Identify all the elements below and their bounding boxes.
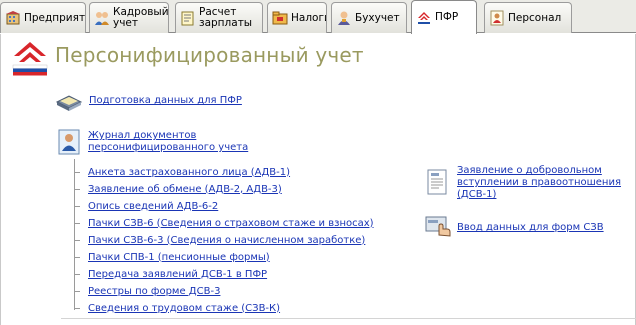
tab-enterprise[interactable]: Предприятие bbox=[0, 2, 86, 33]
szv-data-input-link[interactable]: Ввод данных для форм СЗВ bbox=[457, 222, 604, 233]
person-icon bbox=[489, 10, 505, 26]
accountant-icon bbox=[336, 10, 352, 26]
book-icon bbox=[55, 90, 83, 112]
tab-label: ПФР bbox=[435, 11, 459, 23]
tab-taxes[interactable]: Налоги bbox=[267, 2, 327, 33]
section-tab-bar: Предприятие Кадровый учет Расчет зарплат… bbox=[0, 0, 636, 34]
journal-documents-link[interactable]: Журнал документов персонифицированного у… bbox=[88, 130, 248, 154]
people-icon bbox=[94, 10, 110, 26]
list-item: Пачки СЗВ-6 (Сведения о страховом стаже … bbox=[74, 216, 374, 230]
list-item: Реестры по форме ДСВ-3 bbox=[73, 284, 220, 298]
data-entry-hand-icon bbox=[425, 215, 453, 237]
adv1-link[interactable]: Анкета застрахованного лица (АДВ-1) bbox=[88, 167, 290, 178]
application-form-icon bbox=[427, 169, 447, 195]
pfr-logo-icon bbox=[416, 10, 432, 26]
list-item: Анкета застрахованного лица (АДВ-1) bbox=[73, 165, 290, 179]
list-item: Пачки СЗВ-6-3 (Сведения о начисленном за… bbox=[73, 233, 365, 247]
tab-label: Бухучет bbox=[355, 11, 400, 24]
list-item: Заявление об обмене (АДВ-2, АДВ-3) bbox=[74, 182, 282, 196]
szv6-bundles-link[interactable]: Пачки СЗВ-6 (Сведения о страховом стаже … bbox=[88, 218, 374, 229]
tax-folder-icon bbox=[272, 10, 288, 26]
list-item: Опись сведений АДВ-6-2 bbox=[73, 199, 218, 213]
tab-hr[interactable]: Кадровый учет bbox=[89, 2, 169, 33]
page-title: Персонифицированный учет bbox=[55, 43, 364, 67]
prepare-pfr-data-link[interactable]: Подготовка данных для ПФР bbox=[89, 95, 242, 106]
tab-label: Кадровый учет bbox=[113, 6, 169, 29]
tab-label: Персонал bbox=[508, 11, 562, 24]
dsv1-application-link[interactable]: Заявление о добровольном вступлении в пр… bbox=[457, 165, 621, 201]
spv1-bundles-link[interactable]: Пачки СПВ-1 (пенсионные формы) bbox=[88, 252, 270, 263]
tab-payroll[interactable]: Расчет зарплаты bbox=[175, 2, 263, 33]
tab-pfr[interactable]: ПФР bbox=[411, 0, 477, 34]
dsv1-transfer-link[interactable]: Передача заявлений ДСВ-1 в ПФР bbox=[88, 269, 267, 280]
tree-connector bbox=[74, 159, 75, 310]
list-item: Передача заявлений ДСВ-1 в ПФР bbox=[73, 267, 267, 281]
building-icon bbox=[5, 10, 21, 26]
tab-accounting[interactable]: Бухучет bbox=[331, 2, 407, 33]
tab-label: Расчет зарплаты bbox=[199, 6, 253, 29]
szv63-bundles-link[interactable]: Пачки СЗВ-6-3 (Сведения о начисленном за… bbox=[88, 235, 365, 246]
divider bbox=[61, 318, 636, 319]
list-item: Пачки СПВ-1 (пенсионные формы) bbox=[74, 250, 270, 264]
pfr-logo-icon bbox=[10, 38, 50, 78]
payroll-icon bbox=[180, 10, 196, 26]
adv2-adv3-link[interactable]: Заявление об обмене (АДВ-2, АДВ-3) bbox=[88, 184, 282, 195]
tab-personnel[interactable]: Персонал bbox=[484, 2, 572, 33]
adv62-inventory-link[interactable]: Опись сведений АДВ-6-2 bbox=[88, 201, 218, 212]
tab-label: Налоги bbox=[291, 11, 327, 24]
dsv3-registers-link[interactable]: Реестры по форме ДСВ-3 bbox=[88, 286, 220, 297]
list-item: Сведения о трудовом стаже (СЗВ-К) bbox=[73, 301, 280, 315]
tab-label: Предприятие bbox=[24, 11, 86, 24]
pfr-section-panel: Персонифицированный учет Подготовка данн… bbox=[0, 34, 636, 325]
journal-person-icon bbox=[58, 129, 80, 155]
szvk-link[interactable]: Сведения о трудовом стаже (СЗВ-К) bbox=[88, 303, 280, 314]
